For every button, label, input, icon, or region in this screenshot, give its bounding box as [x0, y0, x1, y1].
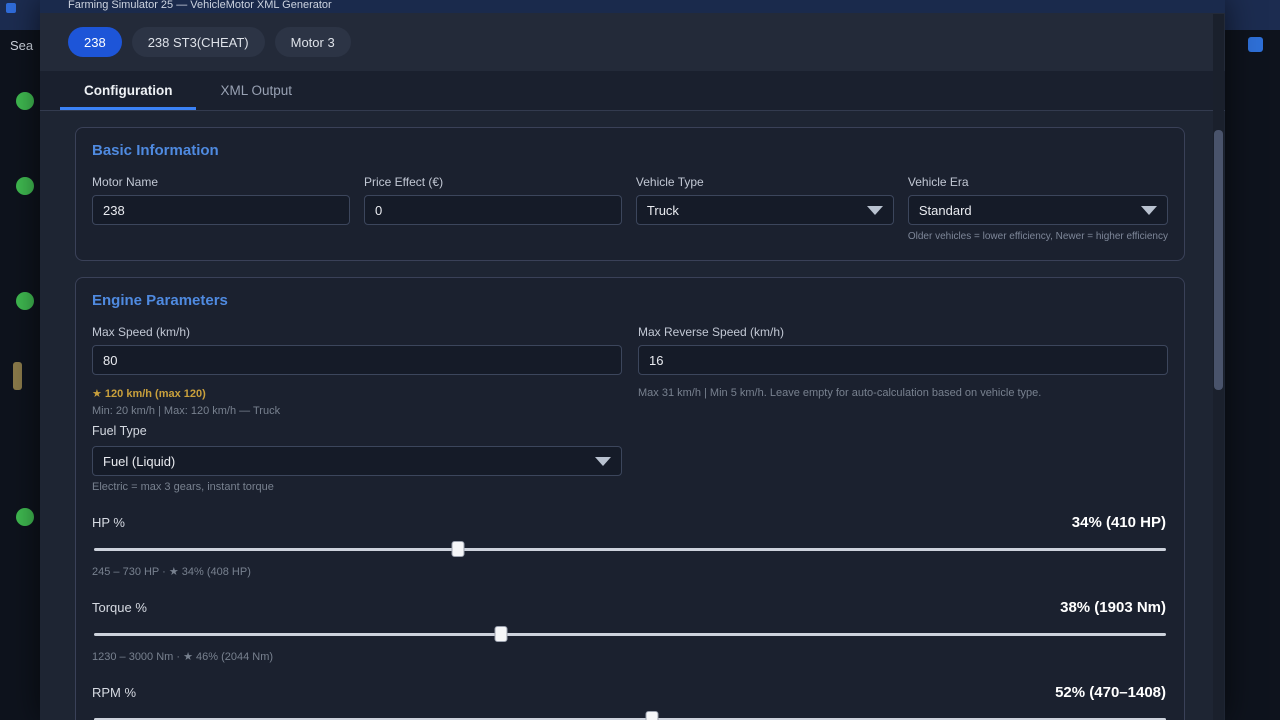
motor-name-label: Motor Name: [92, 175, 350, 189]
max-reverse-hint: Max 31 km/h | Min 5 km/h. Leave empty fo…: [638, 387, 1168, 399]
chevron-down-icon: [1141, 206, 1157, 215]
motor-tab-motor-3[interactable]: Motor 3: [275, 27, 351, 57]
hp-slider-hint: 245 – 730 HP · ★ 34% (408 HP): [92, 565, 1168, 578]
max-reverse-group: Max Reverse Speed (km/h) Max 31 km/h | M…: [638, 325, 1168, 399]
chevron-down-icon: [595, 457, 611, 466]
vehicle-era-select[interactable]: Standard: [908, 195, 1168, 225]
background-status-icon: [16, 292, 34, 310]
motor-tab-238-st3-cheat[interactable]: 238 ST3(CHEAT): [132, 27, 265, 57]
basic-information-title: Basic Information: [92, 142, 1168, 159]
hp-slider-thumb[interactable]: [451, 541, 464, 557]
background-thumbnail: [13, 362, 22, 390]
app-icon: [6, 3, 16, 13]
hp-slider-label: HP %: [92, 515, 125, 530]
fuel-type-label: Fuel Type: [92, 424, 622, 438]
price-effect-label: Price Effect (€): [364, 175, 622, 189]
motor-tabs-row: 238 238 ST3(CHEAT) Motor 3: [40, 13, 1225, 71]
motor-name-group: Motor Name: [92, 175, 350, 242]
vehicle-era-hint: Older vehicles = lower efficiency, Newer…: [908, 231, 1168, 242]
max-speed-star-hint: ★ 120 km/h (max 120): [92, 387, 622, 400]
basic-information-card: Basic Information Motor Name Price Effec…: [75, 127, 1185, 261]
rpm-slider-block: RPM % 52% (470–1408) 550 – 3200 RPM · ★ …: [92, 684, 1168, 720]
configuration-content: Basic Information Motor Name Price Effec…: [40, 111, 1225, 720]
hp-slider-value: 34% (410 HP): [1072, 514, 1166, 531]
slider-track: [94, 633, 1166, 636]
max-reverse-input[interactable]: [638, 345, 1168, 375]
rpm-slider-thumb[interactable]: [645, 711, 658, 720]
motor-tab-238[interactable]: 238: [68, 27, 122, 57]
max-speed-hint: Min: 20 km/h | Max: 120 km/h — Truck: [92, 405, 622, 417]
torque-slider-thumb[interactable]: [494, 626, 507, 642]
vehiclemotor-generator-window: Farming Simulator 25 — VehicleMotor XML …: [40, 0, 1225, 720]
hp-slider[interactable]: [92, 541, 1168, 557]
vehicle-type-label: Vehicle Type: [636, 175, 894, 189]
vehicle-type-value: Truck: [647, 203, 679, 218]
max-speed-label: Max Speed (km/h): [92, 325, 622, 339]
torque-slider-value: 38% (1903 Nm): [1060, 599, 1166, 616]
slider-track: [94, 548, 1166, 551]
engine-parameters-title: Engine Parameters: [92, 292, 1168, 309]
vehicle-era-label: Vehicle Era: [908, 175, 1168, 189]
vehicle-type-select[interactable]: Truck: [636, 195, 894, 225]
window-title: Farming Simulator 25 — VehicleMotor XML …: [68, 0, 1225, 13]
rpm-slider-value: 52% (470–1408): [1055, 684, 1166, 701]
price-effect-group: Price Effect (€): [364, 175, 622, 242]
vehicle-era-group: Vehicle Era Standard Older vehicles = lo…: [908, 175, 1168, 242]
fuel-type-hint: Electric = max 3 gears, instant torque: [92, 481, 622, 493]
vehicle-type-group: Vehicle Type Truck: [636, 175, 894, 242]
vehicle-era-value: Standard: [919, 203, 972, 218]
chevron-down-icon: [867, 206, 883, 215]
background-action-icon[interactable]: [1248, 37, 1263, 52]
max-reverse-label: Max Reverse Speed (km/h): [638, 325, 1168, 339]
torque-slider-block: Torque % 38% (1903 Nm) 1230 – 3000 Nm · …: [92, 599, 1168, 663]
price-effect-input[interactable]: [364, 195, 622, 225]
background-status-icon: [16, 508, 34, 526]
background-status-icon: [16, 177, 34, 195]
scrollbar-thumb[interactable]: [1214, 130, 1223, 390]
rpm-slider[interactable]: [92, 711, 1168, 720]
fuel-type-value: Fuel (Liquid): [103, 454, 175, 469]
view-tabbar: Configuration XML Output: [40, 71, 1225, 111]
rpm-slider-label: RPM %: [92, 685, 136, 700]
background-status-icon: [16, 92, 34, 110]
tab-configuration[interactable]: Configuration: [60, 71, 196, 110]
torque-slider[interactable]: [92, 626, 1168, 642]
torque-slider-label: Torque %: [92, 600, 147, 615]
tab-xml-output[interactable]: XML Output: [196, 71, 316, 110]
motor-name-input[interactable]: [92, 195, 350, 225]
torque-slider-hint: 1230 – 3000 Nm · ★ 46% (2044 Nm): [92, 650, 1168, 663]
engine-parameters-card: Engine Parameters Max Speed (km/h) ★ 120…: [75, 277, 1185, 720]
window-titlebar: Farming Simulator 25 — VehicleMotor XML …: [40, 0, 1225, 13]
fuel-type-select[interactable]: Fuel (Liquid): [92, 446, 622, 476]
hp-slider-block: HP % 34% (410 HP) 245 – 730 HP · ★ 34% (…: [92, 514, 1168, 578]
max-speed-input[interactable]: [92, 345, 622, 375]
background-search-label: Sea: [10, 38, 33, 53]
max-speed-group: Max Speed (km/h) ★ 120 km/h (max 120) Mi…: [92, 325, 622, 493]
